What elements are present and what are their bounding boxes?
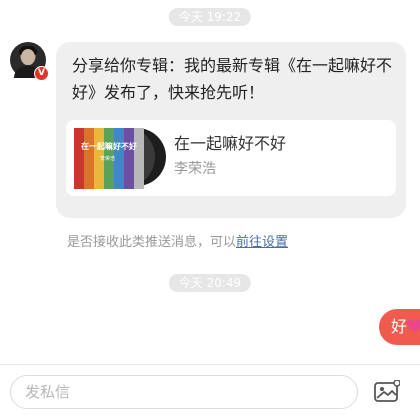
push-notice: 是否接收此类推送消息，可以前往设置 bbox=[67, 231, 288, 250]
verified-badge: V bbox=[34, 66, 49, 81]
cover-stripe bbox=[84, 128, 94, 189]
timestamp: 今天 19:22 bbox=[168, 8, 252, 26]
image-icon[interactable] bbox=[374, 380, 400, 404]
album-cover: 在一起嘛好不好 李荣浩 bbox=[74, 128, 144, 189]
album-artist: 李荣浩 bbox=[174, 161, 216, 177]
settings-link[interactable]: 前往设置 bbox=[236, 235, 288, 250]
message-input[interactable] bbox=[10, 375, 358, 409]
incoming-message-bubble[interactable]: 分享给你专辑：我的最新专辑《在一起嘛好不好》发布了，快来抢先听！ 在一起嘛好不好… bbox=[56, 42, 406, 218]
heart-icon bbox=[408, 320, 420, 333]
cover-stripe bbox=[134, 128, 144, 189]
cover-artist: 李荣浩 bbox=[100, 156, 116, 162]
outgoing-text: 好 bbox=[391, 317, 408, 336]
timestamp: 今天 20:49 bbox=[168, 274, 252, 292]
avatar[interactable]: V bbox=[10, 42, 49, 81]
album-share-card[interactable]: 在一起嘛好不好 李荣浩 在一起嘛好不好 李荣浩 bbox=[66, 120, 396, 196]
cover-stripe bbox=[114, 128, 124, 189]
avatar-face bbox=[21, 49, 35, 65]
notice-text: 是否接收此类推送消息，可以 bbox=[67, 235, 237, 250]
album-title: 在一起嘛好不好 bbox=[174, 134, 287, 153]
outgoing-message-bubble[interactable]: 好 bbox=[379, 309, 420, 345]
cover-stripe bbox=[124, 128, 134, 189]
cover-stripe bbox=[74, 128, 84, 189]
message-text: 分享给你专辑：我的最新专辑《在一起嘛好不好》发布了，快来抢先听！ bbox=[72, 56, 393, 102]
composer-divider bbox=[0, 364, 420, 365]
cover-title: 在一起嘛好不好 bbox=[81, 142, 137, 151]
